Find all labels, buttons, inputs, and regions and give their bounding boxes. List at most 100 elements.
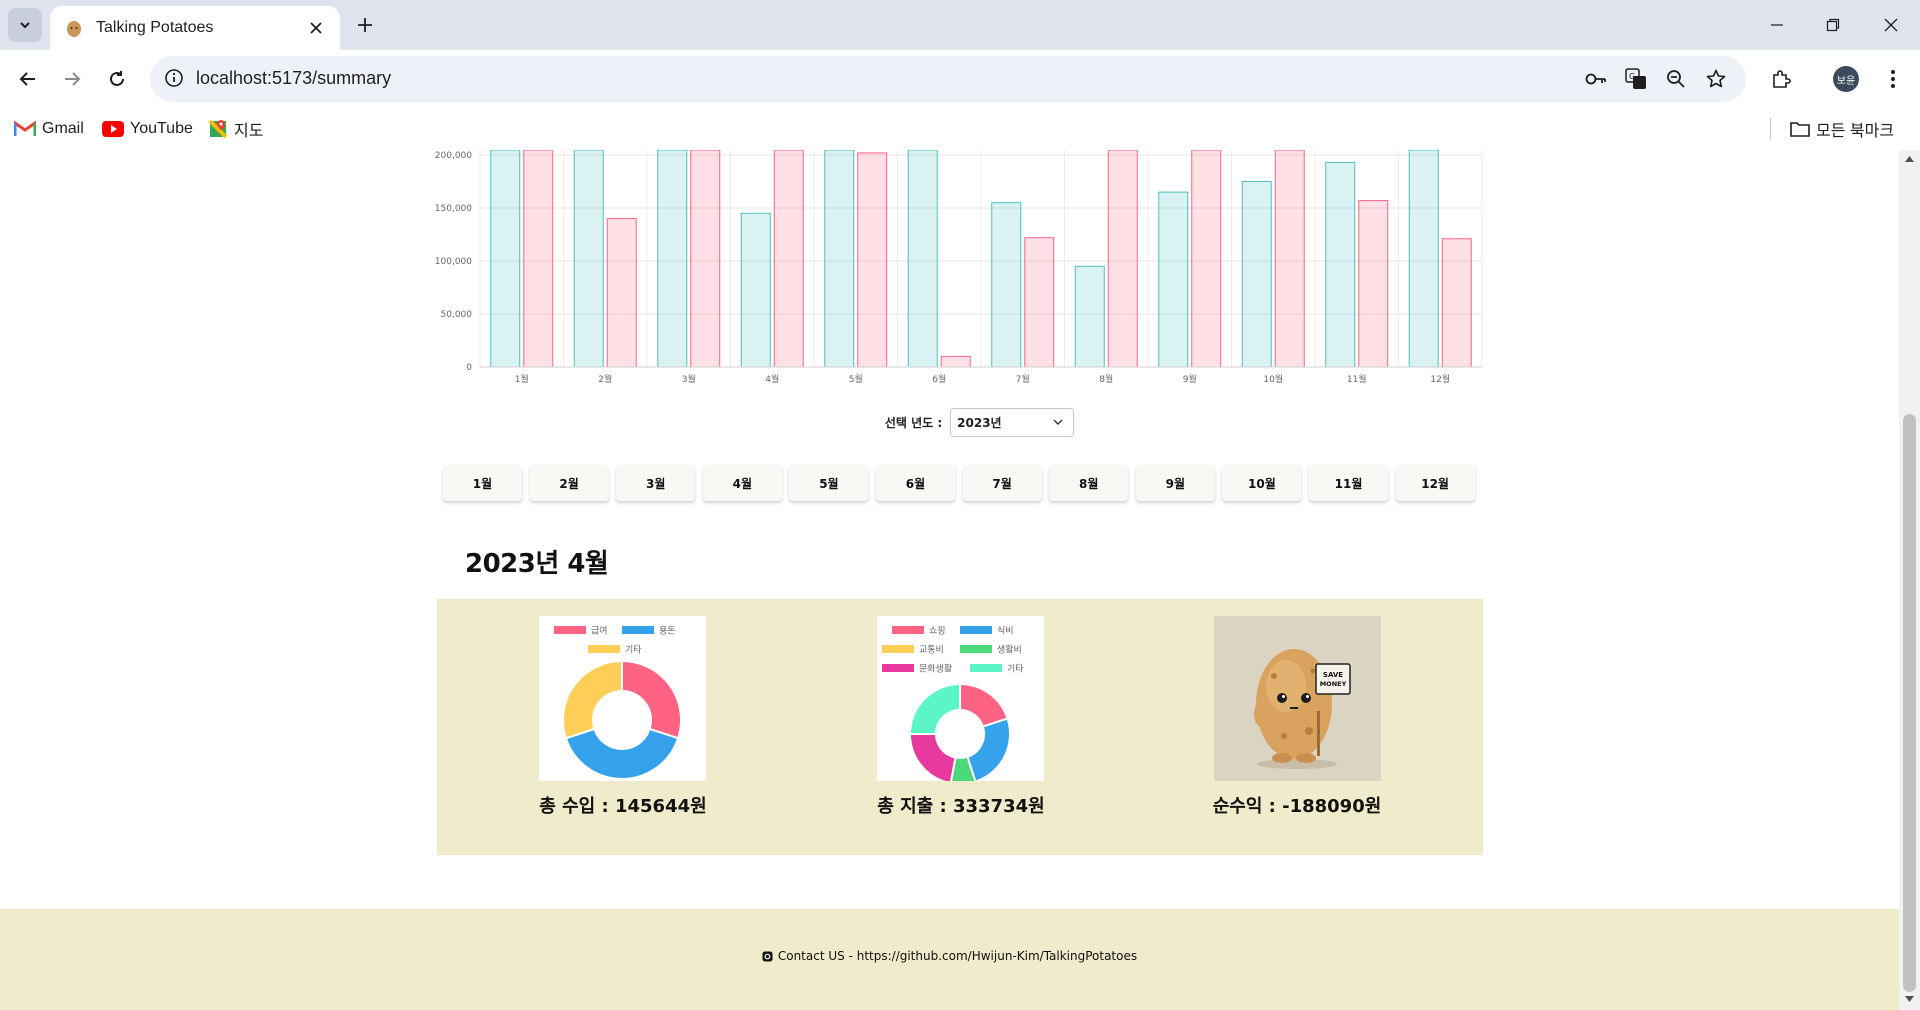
bar-series0-3월[interactable] — [657, 150, 688, 368]
instagram-icon — [762, 951, 773, 961]
legend-swatch — [882, 664, 914, 672]
month-button-1[interactable]: 1월 — [443, 465, 522, 501]
slice-기타[interactable] — [908, 682, 961, 735]
month-button-7[interactable]: 7월 — [962, 465, 1042, 501]
folder-icon — [1790, 122, 1810, 137]
bar-series0-4월[interactable] — [740, 212, 771, 368]
month-button-10[interactable]: 10월 — [1222, 465, 1302, 501]
y-tick-label: 200,000 — [435, 151, 472, 161]
bookmark-star-icon[interactable] — [1704, 67, 1728, 91]
month-button-9[interactable]: 9월 — [1135, 465, 1215, 501]
month-button-12[interactable]: 12월 — [1395, 465, 1475, 501]
address-bar[interactable]: localhost:5173/summary G — [150, 56, 1746, 102]
scroll-up-arrow-icon[interactable] — [1905, 156, 1914, 162]
bar-series0-2월[interactable] — [573, 150, 604, 368]
x-tick-label: 10월 — [1263, 373, 1283, 385]
month-button-5[interactable]: 5월 — [789, 465, 869, 501]
reload-button[interactable] — [101, 63, 133, 95]
profile-avatar[interactable]: 보윤 — [1833, 66, 1859, 92]
arrow-left-icon — [19, 72, 35, 86]
bar-series1-12월[interactable] — [1441, 238, 1472, 368]
net-total: 순수익 : -188090원 — [1212, 796, 1382, 817]
back-button[interactable] — [12, 63, 44, 95]
restore-button[interactable] — [1818, 10, 1848, 40]
site-info-icon[interactable] — [164, 68, 184, 88]
slice-용돈[interactable] — [564, 727, 680, 780]
legend-swatch — [588, 645, 620, 653]
slice-문화생활[interactable] — [908, 733, 957, 785]
bookmarks-divider — [1770, 118, 1771, 140]
zoom-icon[interactable] — [1664, 67, 1688, 91]
y-tick-label: 50,000 — [441, 310, 473, 320]
tab-search-button[interactable] — [8, 8, 42, 42]
page-viewport: 0 50,000 100,000 150,000 200,000 1월 2월 3월 4월 5월 6월… — [0, 150, 1899, 1010]
bar-series0-12월[interactable] — [1408, 150, 1439, 368]
all-bookmarks-button[interactable]: 모든 북마크 — [1790, 118, 1894, 140]
forward-button[interactable] — [56, 63, 88, 95]
extensions-icon[interactable] — [1765, 63, 1797, 95]
bookmark-gmail[interactable]: Gmail — [14, 118, 84, 140]
bar-series1-4월[interactable] — [773, 150, 804, 368]
close-tab-icon[interactable] — [306, 18, 326, 38]
bar-series0-10월[interactable] — [1241, 181, 1272, 368]
bookmarks-bar: Gmail YouTube 지도 모든 북마크 — [0, 108, 1920, 150]
slice-기타[interactable] — [562, 659, 623, 740]
password-key-icon[interactable] — [1584, 67, 1608, 91]
browser-toolbar: localhost:5173/summary G 보윤 — [0, 50, 1920, 108]
legend-swatch — [970, 664, 1002, 672]
bar-series1-10월[interactable] — [1274, 150, 1305, 368]
summary-box: 급여 용돈 기타 총 수입 : 145644원 쇼핑 식비 교통비 생활비 문화생활 기타 총… — [437, 599, 1483, 855]
bar-series1-3월[interactable] — [690, 150, 721, 368]
vertical-scrollbar[interactable] — [1899, 150, 1920, 1010]
bar-series0-6월[interactable] — [907, 150, 938, 368]
month-button-3[interactable]: 3월 — [616, 465, 696, 501]
month-button-4[interactable]: 4월 — [702, 465, 782, 501]
bar-series0-11월[interactable] — [1325, 161, 1356, 368]
legend-label: 기타 — [625, 645, 642, 656]
bar-series1-2월[interactable] — [606, 218, 637, 368]
legend-label: 식비 — [997, 626, 1014, 637]
bar-series0-8월[interactable] — [1074, 265, 1105, 368]
translate-icon[interactable]: G — [1624, 67, 1648, 91]
legend-label: 문화생활 — [919, 663, 952, 675]
bar-series1-11월[interactable] — [1358, 200, 1389, 368]
bookmark-youtube[interactable]: YouTube — [102, 118, 193, 140]
svg-text:MONEY: MONEY — [1320, 680, 1347, 688]
month-button-8[interactable]: 8월 — [1049, 465, 1129, 501]
legend-swatch — [960, 645, 992, 653]
bookmark-label: Gmail — [42, 120, 84, 137]
x-tick-label: 7월 — [1016, 373, 1030, 385]
bar-series1-8월[interactable] — [1107, 150, 1138, 368]
svg-text:SAVE: SAVE — [1323, 671, 1343, 679]
minimize-button[interactable] — [1762, 10, 1792, 40]
bar-series0-9월[interactable] — [1158, 191, 1189, 368]
bar-series0-1월[interactable] — [490, 150, 521, 368]
month-button-11[interactable]: 11월 — [1309, 465, 1388, 501]
bar-series1-7월[interactable] — [1024, 237, 1055, 368]
tab-strip: Talking Potatoes — [0, 0, 1920, 50]
scrollbar-thumb[interactable] — [1903, 414, 1916, 992]
bar-series1-1월[interactable] — [523, 150, 554, 368]
url-text[interactable]: localhost:5173/summary — [196, 68, 391, 89]
more-menu-icon[interactable] — [1877, 63, 1909, 95]
bookmark-maps[interactable]: 지도 — [208, 118, 263, 140]
legend-label: 교통비 — [919, 645, 944, 656]
bar-series0-5월[interactable] — [824, 150, 855, 368]
year-select[interactable]: 2023년 — [950, 407, 1075, 437]
month-button-6[interactable]: 6월 — [876, 465, 955, 501]
bar-series1-6월[interactable] — [940, 355, 971, 368]
income-doughnut-card: 급여 용돈 기타 — [539, 616, 706, 781]
slice-급여[interactable] — [621, 659, 682, 740]
close-window-button[interactable] — [1876, 10, 1906, 40]
bar-series0-7월[interactable] — [991, 202, 1022, 368]
month-button-2[interactable]: 2월 — [529, 465, 609, 501]
close-icon — [1884, 18, 1898, 32]
slice-식비[interactable] — [966, 717, 1011, 783]
new-tab-button[interactable] — [352, 12, 378, 38]
scroll-down-arrow-icon[interactable] — [1905, 996, 1914, 1002]
browser-tab[interactable]: Talking Potatoes — [50, 6, 340, 50]
bar-series1-5월[interactable] — [857, 152, 888, 368]
bar-series1-9월[interactable] — [1191, 150, 1222, 368]
footer-contact[interactable]: Contact US - https://github.com/Hwijun-K… — [0, 949, 1899, 963]
x-tick-label: 2월 — [598, 373, 612, 385]
